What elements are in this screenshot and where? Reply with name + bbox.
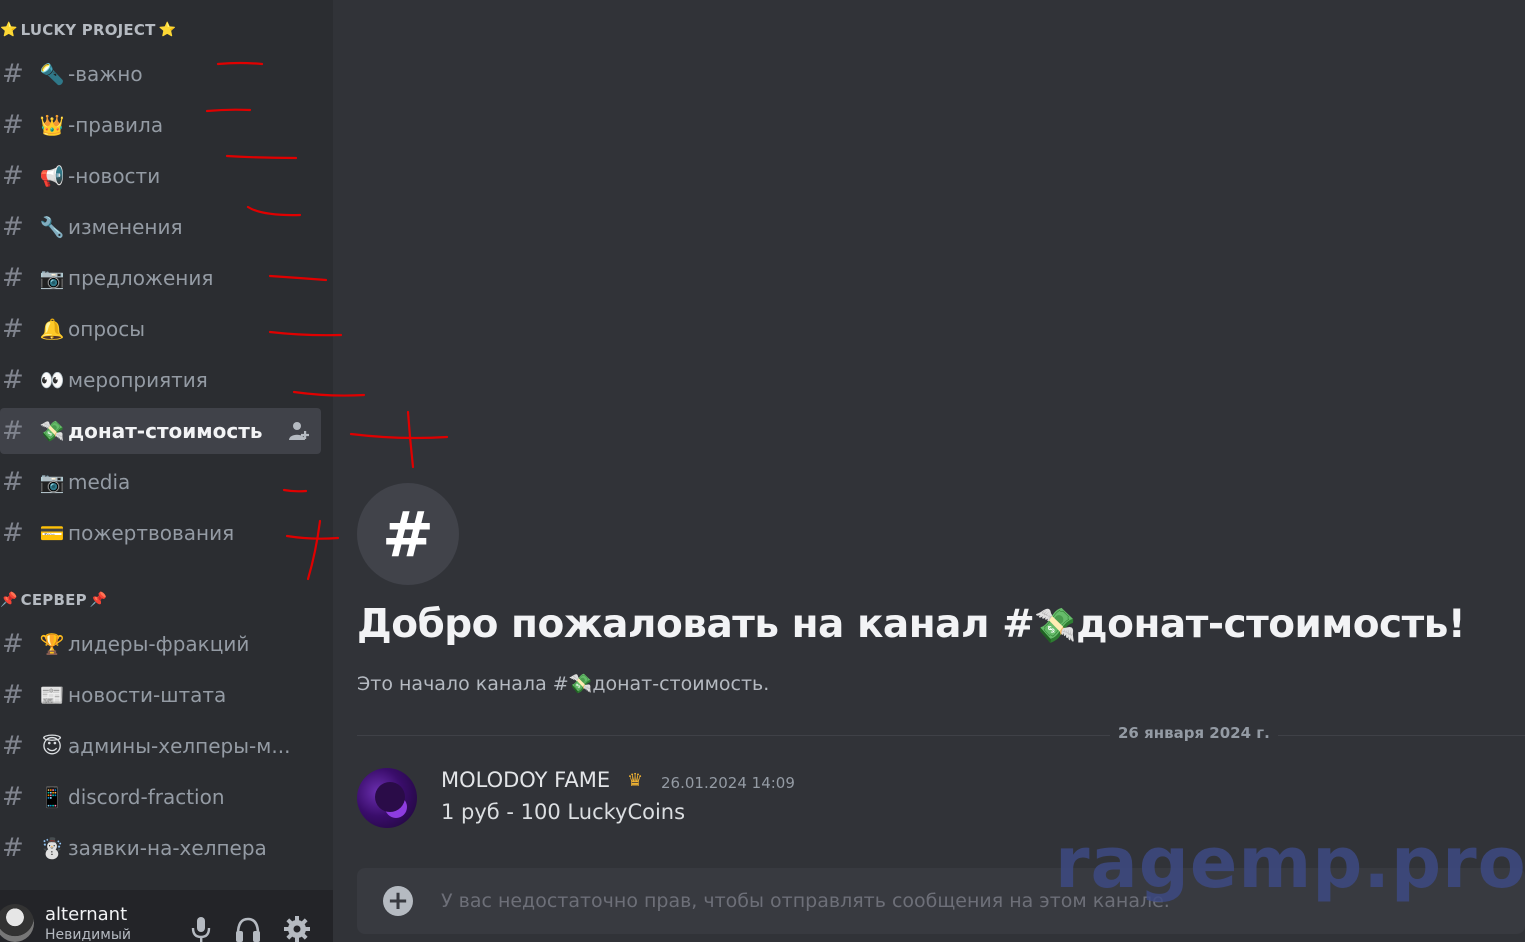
eyes-icon: 👀 bbox=[39, 368, 65, 392]
microphone-icon[interactable] bbox=[186, 914, 216, 942]
subtitle-suffix: донат-стоимость. bbox=[592, 673, 770, 695]
hash-icon: # bbox=[2, 731, 24, 761]
channel-pravila[interactable]: # 👑 -правила bbox=[0, 102, 321, 148]
channel-zayavki-na-helpera[interactable]: # ☃️ заявки-на-хелпера bbox=[0, 825, 321, 871]
pushpin-icon: 📌 bbox=[0, 592, 18, 608]
hash-icon: # bbox=[2, 314, 24, 344]
hash-icon: # bbox=[2, 782, 24, 812]
hash-icon: # bbox=[2, 263, 24, 293]
hash-icon: # bbox=[2, 365, 24, 395]
flashlight-icon: 🔦 bbox=[39, 62, 65, 86]
hash-icon: # bbox=[2, 59, 24, 89]
welcome-suffix: донат-стоимость! bbox=[1076, 602, 1466, 647]
channel-name: опросы bbox=[68, 317, 146, 341]
hash-icon: # bbox=[2, 212, 24, 242]
channel-sidebar: ⭐ LUCKY PROJECT ⭐ # 🔦 -важно # 👑 -правил… bbox=[0, 0, 333, 942]
hash-icon: # bbox=[2, 416, 24, 446]
camera-icon: 📷 bbox=[39, 470, 65, 494]
crown-icon: ♛ bbox=[627, 770, 644, 791]
chat-area: # Добро пожаловать на канал #💸донат-стои… bbox=[333, 0, 1525, 942]
category-label: СЕРВЕР bbox=[20, 591, 87, 609]
channel-vazhno[interactable]: # 🔦 -важно bbox=[0, 51, 321, 97]
channel-name: -новости bbox=[68, 164, 161, 188]
channel-name: пожертвования bbox=[68, 521, 235, 545]
star-icon: ⭐ bbox=[158, 22, 177, 38]
channel-name: мероприятия bbox=[68, 368, 208, 392]
crown-icon: 👑 bbox=[39, 113, 65, 137]
hash-icon: # bbox=[2, 110, 24, 140]
channel-name: discord-fraction bbox=[68, 785, 225, 809]
category-label: LUCKY PROJECT bbox=[20, 21, 156, 39]
welcome-prefix: Добро пожаловать на канал # bbox=[357, 602, 1035, 647]
bell-icon: 🔔 bbox=[39, 317, 65, 341]
trophy-icon: 🏆 bbox=[39, 632, 65, 656]
channel-adminy-helpery[interactable]: # 😇 админы-хелперы-м... bbox=[0, 723, 321, 769]
user-status: Невидимый bbox=[45, 927, 131, 942]
channel-predlozheniya[interactable]: # 📷 предложения bbox=[0, 255, 321, 301]
channel-name: заявки-на-хелпера bbox=[68, 836, 267, 860]
channel-pozhertvovaniya[interactable]: # 💳 пожертвования bbox=[0, 510, 321, 556]
channel-novosti[interactable]: # 📢 -новости bbox=[0, 153, 321, 199]
hash-icon: # bbox=[2, 161, 24, 191]
channel-name: media bbox=[68, 470, 131, 494]
subtitle-prefix: Это начало канала # bbox=[357, 673, 569, 695]
user-avatar[interactable] bbox=[0, 904, 34, 942]
megaphone-icon: 📢 bbox=[39, 164, 65, 188]
hash-icon: # bbox=[2, 518, 24, 548]
hash-icon: # bbox=[2, 467, 24, 497]
attach-plus-icon[interactable]: + bbox=[383, 886, 413, 916]
credit-card-icon: 💳 bbox=[39, 521, 65, 545]
create-invite-icon[interactable] bbox=[287, 420, 311, 442]
channel-discord-fraction[interactable]: # 📱 discord-fraction bbox=[0, 774, 321, 820]
angel-face-icon: 😇 bbox=[41, 734, 63, 758]
channel-name: -важно bbox=[68, 62, 143, 86]
channel-name: -правила bbox=[68, 113, 164, 137]
newspaper-icon: 📰 bbox=[39, 683, 65, 707]
date-divider-label: 26 января 2024 г. bbox=[1110, 724, 1278, 742]
star-icon: ⭐ bbox=[0, 22, 18, 38]
message-text: 1 руб - 100 LuckyCoins bbox=[441, 800, 686, 824]
message-timestamp: 26.01.2024 14:09 bbox=[661, 774, 795, 792]
channel-name: изменения bbox=[68, 215, 183, 239]
channel-lidery-fraktsiy[interactable]: # 🏆 лидеры-фракций bbox=[0, 621, 321, 667]
channel-novosti-shtata[interactable]: # 📰 новости-штата bbox=[0, 672, 321, 718]
user-panel: alternant Невидимый bbox=[0, 890, 333, 942]
watermark: ragemp.pro bbox=[1055, 822, 1525, 904]
channel-name: админы-хелперы-м... bbox=[68, 734, 291, 758]
money-icon: 💸 bbox=[1034, 606, 1077, 646]
channel-meropriyatiya[interactable]: # 👀 мероприятия bbox=[0, 357, 321, 403]
channel-name: лидеры-фракций bbox=[68, 632, 250, 656]
channel-izmeneniya[interactable]: # 🔧 изменения bbox=[0, 204, 321, 250]
settings-gear-icon[interactable] bbox=[282, 914, 312, 942]
date-divider-line bbox=[357, 735, 1525, 736]
channel-start-text: Это начало канала #💸донат-стоимость. bbox=[357, 672, 769, 695]
hash-icon: # bbox=[2, 680, 24, 710]
channel-name: предложения bbox=[68, 266, 214, 290]
hash-icon: # bbox=[2, 833, 24, 863]
channel-name: новости-штата bbox=[68, 683, 227, 707]
message-author[interactable]: MOLODOY FAME bbox=[441, 768, 610, 792]
welcome-heading: Добро пожаловать на канал #💸донат-стоимо… bbox=[357, 602, 1466, 647]
category-lucky-project[interactable]: ⭐ LUCKY PROJECT ⭐ bbox=[0, 18, 176, 42]
pushpin-icon: 📌 bbox=[89, 592, 108, 608]
phone-icon: 📱 bbox=[39, 785, 65, 809]
money-icon: 💸 bbox=[39, 419, 65, 443]
channel-name: донат-стоимость bbox=[68, 419, 263, 443]
snowman-icon: ☃️ bbox=[39, 836, 65, 860]
hash-icon: # bbox=[2, 629, 24, 659]
message-author-avatar[interactable] bbox=[357, 768, 417, 828]
money-icon: 💸 bbox=[568, 673, 593, 695]
channel-oprosy[interactable]: # 🔔 опросы bbox=[0, 306, 321, 352]
camera-icon: 📷 bbox=[39, 266, 65, 290]
category-server[interactable]: 📌 СЕРВЕР 📌 bbox=[0, 588, 107, 612]
headphones-icon[interactable] bbox=[233, 914, 263, 942]
wrench-icon: 🔧 bbox=[39, 215, 65, 239]
username: alternant bbox=[45, 904, 128, 925]
channel-media[interactable]: # 📷 media bbox=[0, 459, 321, 505]
channel-donat-stoimost[interactable]: # 💸 донат-стоимость bbox=[0, 408, 321, 454]
channel-hash-large-icon: # bbox=[357, 483, 459, 585]
